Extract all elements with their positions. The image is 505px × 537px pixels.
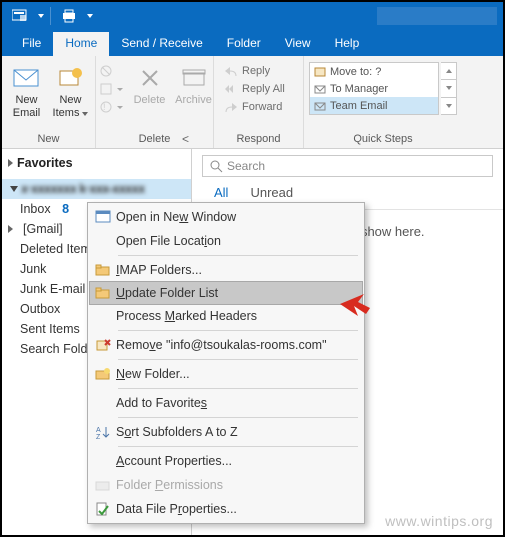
cleanup-button[interactable] [95,80,127,98]
search-input[interactable]: Search [202,155,493,177]
mail-icon [6,62,48,94]
group-label-respond: Respond [236,131,280,148]
ctx-add-favorites[interactable]: Add to Favorites [90,391,362,415]
window-icon [90,210,116,224]
ctx-data-file-properties[interactable]: Data File Properties... [90,497,362,521]
account-node[interactable]: x·xxxxxxx k·xxx-xxxxx [2,179,191,199]
chevron-right-icon [8,159,13,167]
watermark: www.wintips.org [385,513,493,529]
group-label-delete: Delete [139,131,171,148]
qat-save-icon[interactable] [8,6,32,26]
ignore-button[interactable] [95,62,127,80]
chevron-down-icon [10,186,18,192]
ctx-remove-account[interactable]: Remove "info@tsoukalas-rooms.com" [90,333,362,357]
svg-text:A: A [96,427,101,434]
forward-button[interactable]: Forward [220,98,297,116]
ctx-sort-subfolders[interactable]: AZ Sort Subfolders A to Z [90,420,362,444]
ribbon-tabs: File Home Send / Receive Folder View Hel… [2,30,503,56]
new-email-button[interactable]: New Email [6,60,48,119]
ctx-open-new-window[interactable]: Open in New Window [90,205,362,229]
tab-send-receive[interactable]: Send / Receive [109,32,214,56]
ctx-imap-folders[interactable]: IMAP Folders... [90,258,362,282]
qs-more[interactable] [441,98,456,114]
qs-scroll-up[interactable] [441,63,456,80]
qat-dropdown-icon[interactable] [38,14,44,18]
delete-button[interactable]: Delete [129,60,171,107]
qs-scroll-down[interactable] [441,80,456,97]
title-bar [2,2,503,30]
new-items-button[interactable]: New Items [50,60,92,119]
favorites-header[interactable]: Favorites [2,153,191,173]
nav-collapse-chevron-icon[interactable]: < [182,132,189,146]
ctx-process-marked-headers[interactable]: Process Marked Headers [90,304,362,328]
ctx-update-folder-list[interactable]: Update Folder List [89,281,363,305]
tab-file[interactable]: File [10,32,53,56]
qat-print-icon[interactable] [57,6,81,26]
ribbon: New Email New Items New ! Delete [2,56,503,149]
svg-text:Z: Z [96,434,101,439]
ctx-open-file-location[interactable]: Open File Location [90,229,362,253]
context-menu: Open in New Window Open File Location IM… [87,202,365,524]
delete-icon [129,62,171,94]
qat-print-dropdown-icon[interactable] [87,14,93,18]
tab-folder[interactable]: Folder [215,32,273,56]
remove-icon [90,338,116,352]
svg-text:!: ! [103,102,106,112]
quick-steps-gallery[interactable]: Move to: ? To Manager Team Email [309,62,439,115]
junk-dropdown[interactable]: ! [95,98,127,116]
folder-settings-icon [90,263,116,277]
group-label-quicksteps: Quick Steps [353,131,412,148]
reply-all-button[interactable]: Reply All [220,80,297,98]
account-label-masked [377,7,497,25]
properties-icon [90,502,116,516]
refresh-folder-icon [90,286,116,300]
tab-view[interactable]: View [273,32,323,56]
reply-button[interactable]: Reply [220,62,297,80]
search-icon [209,159,223,173]
tab-home[interactable]: Home [53,32,109,56]
permissions-icon [90,478,116,492]
tab-help[interactable]: Help [323,32,372,56]
archive-button[interactable]: Archive [173,60,215,107]
sort-az-icon: AZ [90,425,116,439]
new-folder-icon [90,367,116,381]
ctx-account-properties[interactable]: Account Properties... [90,449,362,473]
annotation-cursor-arrow [338,290,372,318]
ctx-new-folder[interactable]: New Folder... [90,362,362,386]
group-label-new: New [37,131,59,148]
new-items-icon [50,62,92,94]
archive-icon [173,62,215,94]
ctx-folder-permissions: Folder Permissions [90,473,362,497]
